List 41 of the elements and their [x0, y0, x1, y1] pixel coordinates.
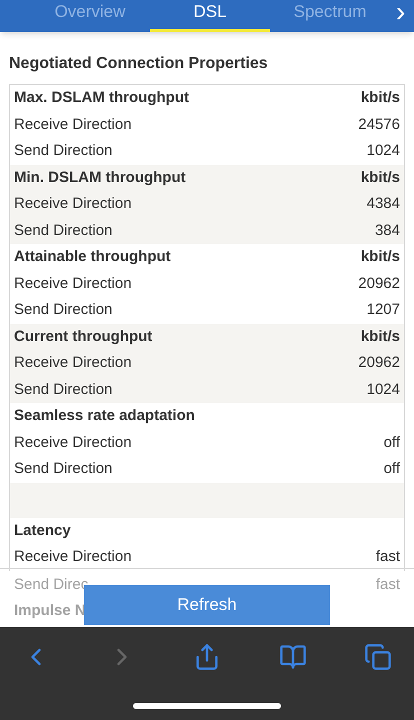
group-heading: Latency [14, 520, 71, 540]
row-label: Receive Direction [14, 114, 132, 134]
row-value: fast [376, 547, 400, 567]
group-heading: Current throughput [14, 326, 152, 346]
row-value: off [384, 459, 400, 479]
row-label: Receive Direction [14, 353, 132, 373]
row-label: Receive Direction [14, 194, 132, 214]
row-value: fast [376, 574, 400, 594]
group-heading: Seamless rate adaptation [14, 406, 195, 426]
section-title: Negotiated Connection Properties [8, 54, 269, 74]
row-label: Send Direction [14, 380, 112, 400]
unit-label: kbit/s [360, 326, 400, 346]
unit-label: kbit/s [360, 168, 400, 188]
tab[interactable]: Overview [30, 0, 150, 32]
row-value: 1207 [366, 300, 400, 320]
group-heading: Min. DSLAM throughput [14, 168, 186, 188]
row-value: 1024 [366, 380, 400, 400]
row-value: off [384, 432, 400, 452]
refresh-button[interactable]: Refresh [84, 585, 330, 625]
row-value: 384 [374, 220, 400, 240]
row-label: Send Direction [14, 141, 112, 161]
row-label: Receive Direction [14, 274, 132, 294]
row-label: Send Direction [14, 459, 112, 479]
row-label: Send Direction [14, 300, 112, 320]
tab[interactable]: Spectrum [270, 0, 390, 32]
unit-label: kbit/s [360, 247, 400, 267]
row-value: 1024 [366, 141, 400, 161]
tab[interactable]: DSL [150, 0, 270, 32]
unit-label: kbit/s [360, 88, 400, 108]
bookmarks-icon[interactable] [278, 643, 306, 671]
group-heading: Max. DSLAM throughput [14, 88, 189, 108]
row-value: 20962 [358, 353, 400, 373]
tabs-icon[interactable] [364, 643, 392, 671]
row-value: 20962 [358, 274, 400, 294]
group-heading: Attainable throughput [14, 247, 171, 267]
row-label: Receive Direction [14, 547, 132, 567]
row-label: Receive Direction [14, 432, 132, 452]
next-tab-icon[interactable]: › [396, 0, 406, 32]
row-label: Send Direction [14, 220, 112, 240]
row-value: 24576 [358, 114, 400, 134]
row-value: 4384 [366, 194, 400, 214]
